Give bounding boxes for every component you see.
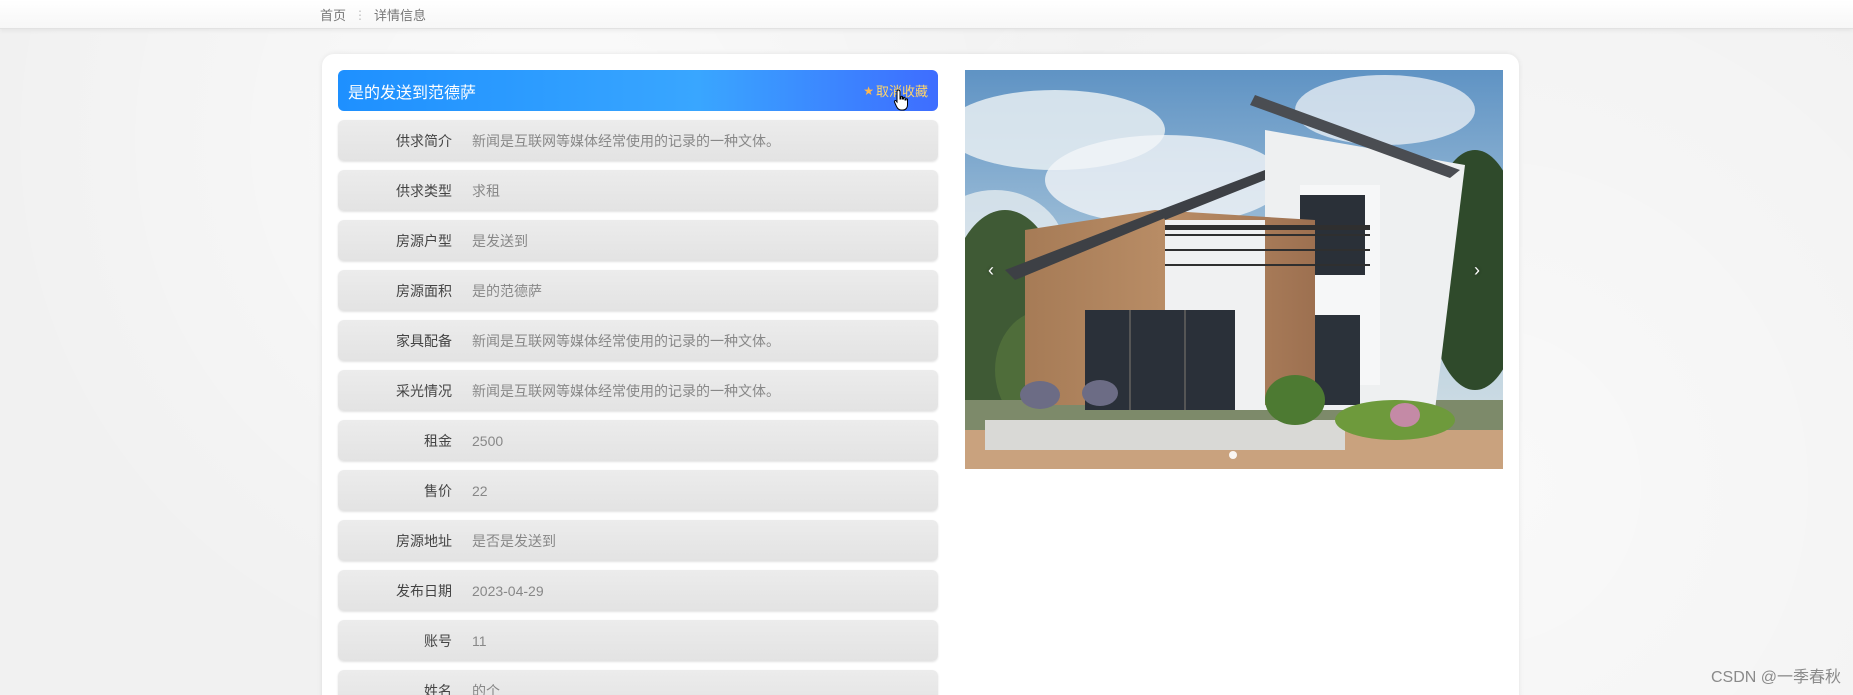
cancel-favorite-button[interactable]: ★ 取消收藏 bbox=[863, 81, 928, 100]
breadcrumb: 首页 ⋮ 详情信息 bbox=[320, 5, 426, 24]
breadcrumb-current: 详情信息 bbox=[374, 8, 427, 23]
info-value: 新闻是互联网等媒体经常使用的记录的一种文体。 bbox=[472, 382, 780, 399]
info-value: 22 bbox=[472, 482, 488, 499]
info-value: 11 bbox=[472, 632, 487, 649]
info-row-account: 账号 11 bbox=[338, 620, 938, 661]
info-label: 姓名 bbox=[424, 682, 452, 695]
info-value: 新闻是互联网等媒体经常使用的记录的一种文体。 bbox=[472, 332, 780, 349]
info-label: 账号 bbox=[424, 632, 452, 649]
info-label: 家具配备 bbox=[396, 332, 452, 349]
info-row-date: 发布日期 2023-04-29 bbox=[338, 570, 938, 611]
info-row-rent: 租金 2500 bbox=[338, 420, 938, 461]
info-label: 采光情况 bbox=[396, 382, 452, 399]
info-value: 2023-04-29 bbox=[472, 582, 544, 599]
info-value: 新闻是互联网等媒体经常使用的记录的一种文体。 bbox=[472, 132, 780, 149]
image-carousel: ‹ › bbox=[965, 70, 1503, 469]
info-value: 是的范德萨 bbox=[472, 282, 542, 299]
top-bar: 首页 ⋮ 详情信息 bbox=[0, 0, 1853, 29]
carousel-next-button[interactable]: › bbox=[1467, 256, 1487, 284]
watermark: CSDN @一季春秋 bbox=[1710, 669, 1841, 686]
info-row-furniture: 家具配备 新闻是互联网等媒体经常使用的记录的一种文体。 bbox=[338, 320, 938, 361]
info-row-type: 供求类型 求租 bbox=[338, 170, 938, 211]
info-label: 房源面积 bbox=[396, 282, 452, 299]
info-label: 售价 bbox=[424, 482, 452, 499]
info-row-price: 售价 22 bbox=[338, 470, 938, 511]
breadcrumb-separator: ⋮ bbox=[354, 7, 367, 22]
info-label: 供求简介 bbox=[396, 132, 452, 149]
detail-title-bar: 是的发送到范德萨 ★ 取消收藏 bbox=[338, 70, 938, 111]
info-label: 发布日期 bbox=[396, 582, 452, 599]
info-value: 的个 bbox=[472, 682, 500, 695]
info-row-address: 房源地址 是否是发送到 bbox=[338, 520, 938, 561]
info-value: 2500 bbox=[472, 432, 504, 449]
info-value: 是发送到 bbox=[472, 232, 528, 249]
detail-title: 是的发送到范德萨 bbox=[348, 84, 477, 102]
info-row-intro: 供求简介 新闻是互联网等媒体经常使用的记录的一种文体。 bbox=[338, 120, 938, 161]
info-row-name: 姓名 的个 bbox=[338, 670, 938, 695]
info-value: 求租 bbox=[472, 182, 500, 199]
detail-info-panel: 是的发送到范德萨 ★ 取消收藏 供求简介 新闻是互联网等媒体经常使用的记录的一种… bbox=[338, 70, 938, 695]
info-value: 是否是发送到 bbox=[472, 532, 556, 549]
carousel-indicator-dot[interactable] bbox=[1229, 451, 1237, 459]
breadcrumb-home-link[interactable]: 首页 bbox=[320, 5, 346, 24]
info-row-layout: 房源户型 是发送到 bbox=[338, 220, 938, 261]
info-label: 供求类型 bbox=[396, 182, 452, 199]
info-label: 租金 bbox=[424, 432, 452, 449]
cancel-favorite-label: 取消收藏 bbox=[875, 84, 928, 99]
info-row-lighting: 采光情况 新闻是互联网等媒体经常使用的记录的一种文体。 bbox=[338, 370, 938, 411]
house-photo bbox=[965, 70, 1503, 469]
detail-card: 是的发送到范德萨 ★ 取消收藏 供求简介 新闻是互联网等媒体经常使用的记录的一种… bbox=[322, 54, 1519, 695]
carousel-prev-button[interactable]: ‹ bbox=[981, 256, 1001, 284]
star-icon: ★ bbox=[863, 83, 874, 98]
info-label: 房源地址 bbox=[396, 532, 452, 549]
info-label: 房源户型 bbox=[396, 232, 452, 249]
info-row-area: 房源面积 是的范德萨 bbox=[338, 270, 938, 311]
